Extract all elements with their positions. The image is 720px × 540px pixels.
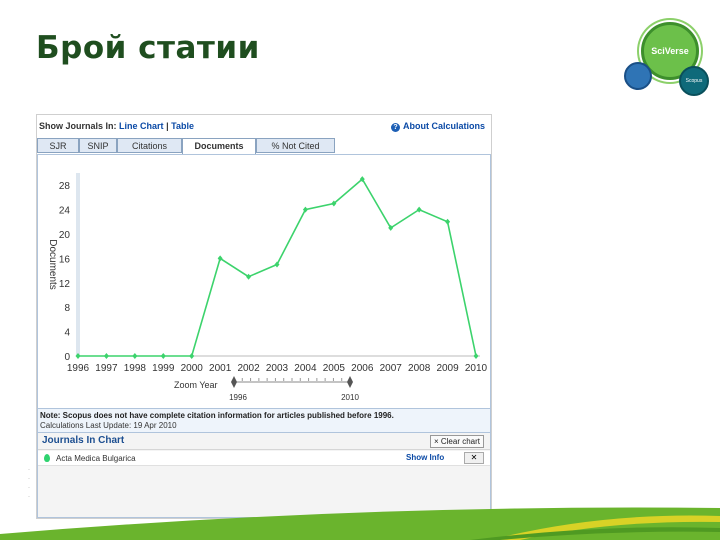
data-point: [160, 353, 166, 359]
data-point: [473, 353, 479, 359]
data-point: [103, 353, 109, 359]
clear-chart-button[interactable]: × Clear chart: [429, 435, 484, 448]
x-tick-label: 2005: [323, 363, 346, 374]
series-line: [78, 177, 477, 357]
journal-row: Acta Medica Bulgarica Show Info ✕: [38, 451, 490, 466]
y-axis-label: Documents: [47, 239, 58, 290]
x-tick-label: 2009: [436, 363, 459, 374]
scopus-logo: Scopus: [679, 66, 709, 96]
data-point: [189, 353, 195, 359]
last-update-note: Calculations Last Update: 19 Apr 2010: [40, 421, 177, 430]
x-tick-label: 1998: [124, 363, 147, 374]
metric-tabs: SJR SNIP Citations Documents % Not Cited: [37, 138, 491, 155]
y-tick-label: 12: [59, 279, 71, 290]
remove-journal-button[interactable]: ✕: [464, 452, 484, 464]
y-tick-label: 16: [59, 254, 71, 265]
scopus-journal-analyzer: Show Journals In: Line Chart | Table ? Ab…: [36, 114, 492, 519]
about-calculations-link[interactable]: ? About Calculations: [390, 121, 485, 132]
x-tick-label: 2004: [294, 363, 317, 374]
view-toolbar: Show Journals In: Line Chart | Table ? Ab…: [37, 119, 491, 133]
y-tick-label: 0: [64, 352, 70, 363]
footer-swoosh: [0, 507, 720, 540]
tab-not-cited[interactable]: % Not Cited: [256, 138, 335, 153]
zoom-end-label: 2010: [341, 393, 359, 402]
zoom-year-label: Zoom Year: [174, 380, 218, 390]
tab-snip[interactable]: SNIP: [79, 138, 117, 153]
side-dots: · · · ·: [28, 467, 30, 500]
tab-citations[interactable]: Citations: [117, 138, 182, 153]
x-tick-label: 1996: [67, 363, 90, 374]
zoom-start-label: 1996: [229, 393, 247, 402]
data-point: [217, 255, 223, 262]
documents-chart: 0 4 8 12 16 20 24 28 Documents 1996 1997 1998 1999 20…: [37, 154, 491, 410]
series-marker-icon: [44, 454, 50, 462]
x-tick-label: 2008: [408, 363, 431, 374]
x-tick-label: 2010: [465, 363, 488, 374]
show-info-link[interactable]: Show Info: [406, 453, 444, 462]
data-point: [416, 206, 422, 213]
tab-sjr[interactable]: SJR: [37, 138, 79, 153]
x-tick-label: 2007: [380, 363, 403, 374]
y-tick-label: 24: [59, 206, 71, 217]
slide-title: Брой статии: [36, 30, 260, 66]
y-tick-label: 20: [59, 230, 71, 241]
zoom-end-handle[interactable]: [347, 376, 353, 388]
x-tick-label: 2006: [351, 363, 374, 374]
x-tick-label: 1999: [152, 363, 175, 374]
table-link[interactable]: Table: [171, 121, 194, 131]
journal-name: Acta Medica Bulgarica: [56, 454, 136, 463]
data-point: [445, 218, 451, 225]
data-point: [132, 353, 138, 359]
journals-title: Journals In Chart: [42, 435, 125, 446]
x-tick-label: 2002: [237, 363, 260, 374]
y-tick-label: 28: [59, 181, 71, 192]
chart-svg: 0 4 8 12 16 20 24 28 Documents 1996 1997 1998 1999 20…: [47, 173, 488, 402]
y-tick-label: 8: [64, 303, 70, 314]
question-icon: ?: [390, 123, 400, 132]
notes-panel: Note: Scopus does not have complete cita…: [37, 408, 491, 434]
y-tick-label: 4: [64, 328, 70, 339]
toolbar-separator: |: [166, 121, 169, 131]
about-calculations-label: About Calculations: [402, 121, 485, 131]
coverage-note: Note: Scopus does not have complete cita…: [40, 411, 394, 420]
line-chart-link[interactable]: Line Chart: [119, 121, 164, 131]
x-tick-label: 1997: [95, 363, 118, 374]
x-tick-label: 2003: [266, 363, 289, 374]
x-tick-label: 2000: [181, 363, 204, 374]
zoom-start-handle[interactable]: [231, 376, 237, 388]
show-journals-label: Show Journals In:: [39, 121, 117, 131]
data-point: [246, 273, 252, 280]
hub-logo-icon: [624, 62, 652, 90]
journals-header: Journals In Chart × Clear chart: [38, 433, 490, 450]
tab-documents[interactable]: Documents: [182, 138, 256, 155]
y-axis-strip: [76, 173, 80, 356]
x-tick-label: 2001: [209, 363, 232, 374]
